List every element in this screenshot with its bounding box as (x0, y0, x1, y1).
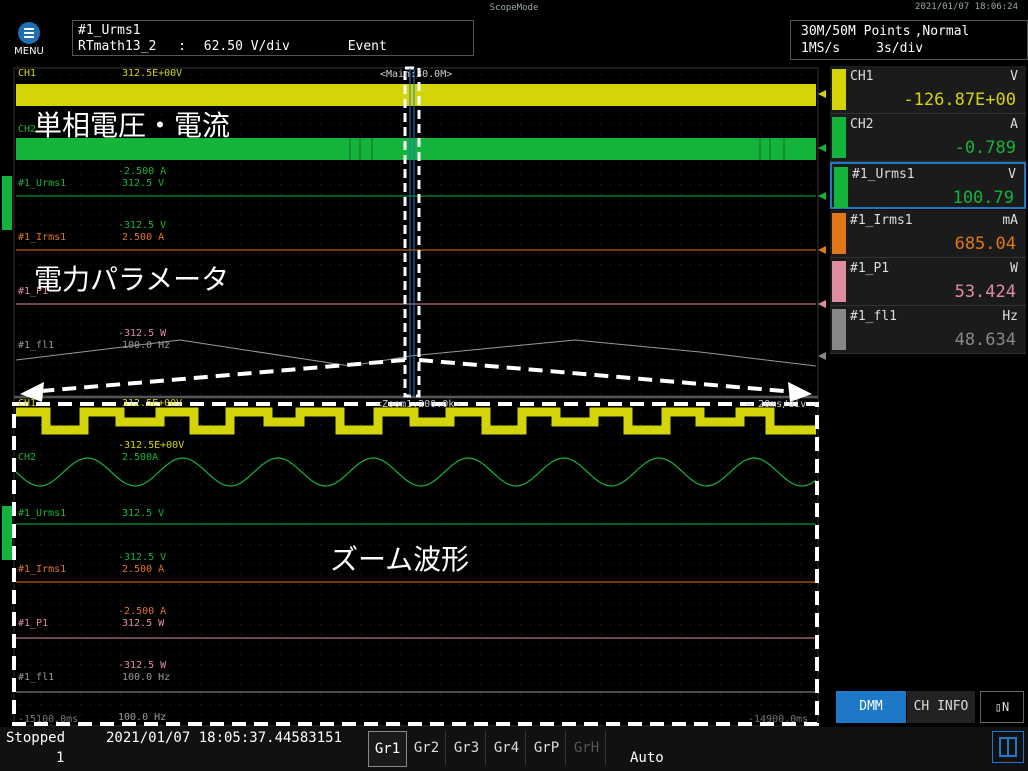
label-zoom-fl1-bottom: 100.0 Hz (118, 712, 167, 723)
label-main-ch1-scale: 312.5E+00V (122, 68, 183, 79)
label-zoom-fl1-scale: 100.0 Hz (122, 672, 171, 683)
tab-grh: GrH (568, 731, 606, 765)
zoom-tdiv-label: ↔ 20ms/div (746, 399, 807, 410)
acq-state: Stopped (6, 730, 66, 746)
label-main-fl1: #1_fl1 (18, 340, 55, 351)
meas-ch2[interactable]: CH2 A -0.789 (830, 114, 1026, 162)
label-main-p1-neg: -312.5 W (118, 328, 167, 339)
acq-rate: 1MS/s (801, 41, 841, 56)
tab-gr1[interactable]: Gr1 (368, 731, 407, 767)
acquisition-settings-box[interactable]: 30M/50M Points ,Normal 1MS/s 3s/div (790, 20, 1028, 60)
zoom-time-right: -14900.0ms (748, 714, 809, 725)
acq-tdiv: 3s/div (876, 41, 924, 56)
trigger-time: 2021/01/07 18:05:37.44583151 (106, 730, 343, 746)
overlay-zoom-waveform: ズーム波形 (330, 543, 470, 576)
label-main-irms-scale: 2.500 A (122, 232, 165, 243)
tab-gr3[interactable]: Gr3 (448, 731, 486, 765)
label-main-urms-neg: -312.5 V (118, 220, 167, 231)
meas-fl1[interactable]: #1_fl1 Hz 48.634 (830, 306, 1026, 354)
label-zoom-p1-neg: -312.5 W (118, 660, 167, 671)
meas-irms1[interactable]: #1_Irms1 mA 685.04 (830, 210, 1026, 258)
menu-label: MENU (14, 46, 44, 57)
label-zoom-p1-scale: 312.5 W (122, 618, 165, 629)
label-main-ch1: CH1 (18, 68, 37, 79)
trigger-mode: Auto (630, 750, 664, 766)
urms-position-marker[interactable] (2, 176, 12, 230)
tab-grp[interactable]: GrP (528, 731, 566, 765)
label-zoom-urms-neg: -312.5 V (118, 552, 167, 563)
channel-info-box[interactable]: #1_Urms1 RTmath13_2 : 62.50 V/div Event (72, 20, 474, 56)
layout-icon (999, 737, 1017, 757)
meas-urms1[interactable]: #1_Urms1 V 100.79 (830, 162, 1026, 209)
header-datetime: 2021/01/07 18:06:24 (915, 2, 1018, 12)
label-zoom-ch2-scale: 2.500A (122, 452, 159, 463)
meas-p1[interactable]: #1_P1 W 53.424 (830, 258, 1026, 306)
info-channel-name: #1_Urms1 (78, 23, 141, 38)
measurement-panel: CH1 V -126.87E+00 CH2 A -0.789 #1_Urms1 … (830, 66, 1028, 358)
zoom-time-left: -15100.0ms (18, 714, 79, 725)
layout-toggle-button[interactable]: ▯N (980, 691, 1024, 723)
label-zoom-p1: #1_P1 (18, 618, 49, 629)
tab-gr4[interactable]: Gr4 (488, 731, 526, 765)
panel-layout-icon: ▯ (994, 700, 1002, 714)
label-zoom-ch2: CH2 (18, 452, 37, 463)
label-zoom-urms: #1_Urms1 (18, 508, 67, 519)
main-zoom-marker-label: <Main:30.0M> (380, 69, 453, 80)
label-zoom-ch1: CH1 (18, 398, 37, 409)
zoom-urms-position-marker[interactable] (2, 506, 12, 560)
label-main-urms-scale: 312.5 V (122, 178, 165, 189)
main-ch1-trace (16, 84, 816, 106)
label-main-urms: #1_Urms1 (18, 178, 67, 189)
label-main-ch2-neg: -2.500 A (118, 166, 167, 177)
label-zoom-ch1-scale: 312.5E+00V (122, 398, 183, 409)
dmm-button[interactable]: DMM (836, 691, 906, 723)
menu-icon (18, 22, 40, 44)
acq-count: 1 (56, 750, 65, 766)
ch-info-button[interactable]: CH INFO (907, 691, 975, 723)
label-zoom-irms: #1_Irms1 (18, 564, 67, 575)
zoom-marker-label: <Zoom1:200.0k> (376, 399, 461, 410)
overlay-power-params: 電力パラメータ (34, 263, 230, 296)
info-scale-line: RTmath13_2 : 62.50 V/div Event (78, 39, 387, 54)
label-zoom-irms-scale: 2.500 A (122, 564, 165, 575)
label-zoom-urms-scale: 312.5 V (122, 508, 165, 519)
acq-mode: ,Normal (914, 24, 970, 39)
display-layout-button[interactable] (992, 731, 1024, 763)
acq-points: 30M/50M Points (801, 24, 911, 39)
window-title: ScopeMode (489, 3, 539, 13)
overlay-voltage-current: 単相電圧・電流 (34, 109, 231, 142)
label-zoom-fl1: #1_fl1 (18, 672, 55, 683)
tab-gr2[interactable]: Gr2 (408, 731, 446, 765)
label-main-irms: #1_Irms1 (18, 232, 67, 243)
menu-button[interactable]: MENU (8, 20, 50, 62)
label-zoom-irms-neg: -2.500 A (118, 606, 167, 617)
label-zoom-ch1-neg: -312.5E+00V (118, 440, 185, 451)
meas-ch1[interactable]: CH1 V -126.87E+00 (830, 66, 1026, 114)
label-main-fl1-scale: 100.0 Hz (122, 340, 171, 351)
